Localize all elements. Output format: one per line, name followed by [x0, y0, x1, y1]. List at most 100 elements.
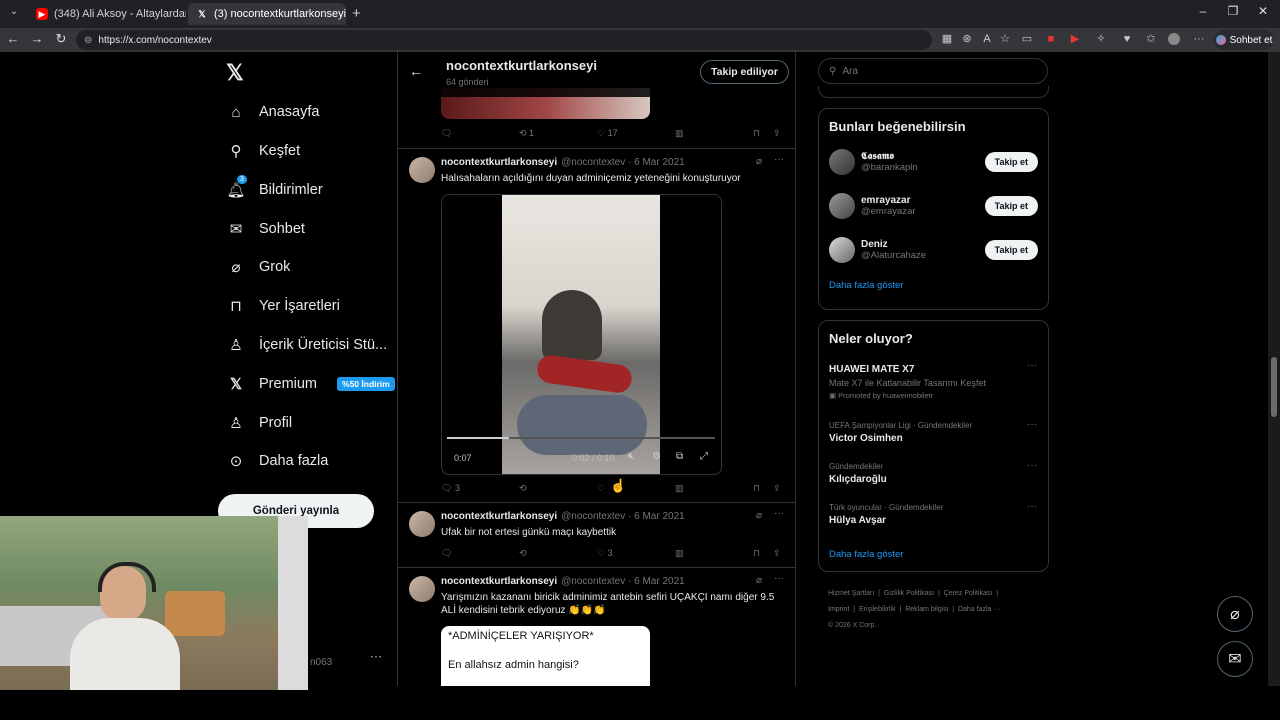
- reply-icon[interactable]: 🗨︎: [441, 128, 519, 139]
- performance-icon[interactable]: ♥: [1120, 32, 1134, 46]
- trend-item[interactable]: UEFA Şampiyonlar Ligi · Gündemdekiler Vi…: [829, 419, 1039, 444]
- refresh-icon[interactable]: ↻: [52, 31, 70, 47]
- post-more-icon[interactable]: ···: [774, 154, 784, 165]
- reply-icon[interactable]: 🗨︎ 3: [441, 483, 519, 494]
- views-icon[interactable]: ▥: [675, 128, 753, 139]
- avatar[interactable]: [409, 576, 435, 602]
- translate-icon[interactable]: ⊛: [960, 32, 974, 46]
- x-logo-icon[interactable]: 𝕏: [226, 60, 244, 86]
- like-icon[interactable]: ♡ 3: [597, 548, 675, 559]
- search-input[interactable]: ⚲ Ara: [818, 58, 1048, 84]
- minimize-icon[interactable]: –: [1188, 4, 1218, 18]
- split-screen-icon[interactable]: ▭: [1020, 32, 1034, 46]
- sidebar-item-creator-studio[interactable]: ♙ İçerik Üreticisi Stü...: [227, 333, 387, 357]
- trend-item[interactable]: HUAWEI MATE X7 Mate X7 ile Katlanabilir …: [829, 360, 1039, 400]
- sidebar-item-bookmarks[interactable]: ⊓ Yer İşaretleri: [227, 294, 340, 318]
- account-handle[interactable]: n063: [310, 657, 332, 668]
- follow-button[interactable]: Takip et: [984, 196, 1038, 216]
- profile-avatar-icon[interactable]: [1168, 33, 1180, 45]
- trend-more-icon[interactable]: ···: [1027, 460, 1037, 471]
- browser-tab-x[interactable]: 𝕏 (3) nocontextkurtlarkonseyi (@noc ✕: [188, 3, 346, 25]
- site-info-icon[interactable]: ⊜: [84, 35, 92, 46]
- user-name[interactable]: emrayazar: [861, 195, 916, 206]
- post-author-name[interactable]: nocontextkurtlarkonseyi: [441, 576, 557, 587]
- views-icon[interactable]: ▥: [675, 483, 753, 494]
- avatar[interactable]: [829, 237, 855, 263]
- account-more-icon[interactable]: ···: [370, 649, 382, 663]
- read-aloud-icon[interactable]: A: [980, 32, 994, 46]
- favorite-star-icon[interactable]: ☆: [998, 32, 1012, 46]
- favorites-icon[interactable]: ✩: [1144, 32, 1158, 46]
- avatar[interactable]: [409, 157, 435, 183]
- post[interactable]: nocontextkurtlarkonseyi @nocontextev · 6…: [398, 503, 795, 565]
- youtube-extension-icon[interactable]: ▶: [1068, 32, 1082, 46]
- user-name[interactable]: 𝕮𝖆𝖘𝖆𝖒𝖔: [861, 151, 918, 162]
- following-button[interactable]: Takip ediliyor: [700, 60, 789, 84]
- mute-icon[interactable]: 🔇︎: [628, 451, 634, 462]
- post-more-icon[interactable]: ···: [774, 573, 784, 584]
- share-icon[interactable]: ⇪: [773, 483, 781, 494]
- post-author-name[interactable]: nocontextkurtlarkonseyi: [441, 157, 557, 168]
- forward-arrow-icon[interactable]: →: [28, 31, 46, 46]
- share-icon[interactable]: ⇪: [773, 128, 781, 139]
- grok-icon[interactable]: ⌀: [756, 510, 762, 521]
- footer-link[interactable]: Imprint: [828, 606, 849, 613]
- follow-button[interactable]: Takip et: [984, 240, 1038, 260]
- suggested-user[interactable]: emrayazar @emrayazar Takip et: [829, 186, 1038, 226]
- messages-float-button[interactable]: ✉: [1217, 641, 1253, 677]
- copilot-chat-button[interactable]: Sohbet et: [1214, 30, 1274, 50]
- footer-link[interactable]: Gizlilik Politikası: [884, 590, 934, 597]
- extension-icon[interactable]: ▦: [940, 32, 954, 46]
- trend-more-icon[interactable]: ···: [1027, 501, 1037, 512]
- sidebar-item-premium[interactable]: 𝕏 Premium %50 İndirim: [227, 372, 395, 396]
- post[interactable]: nocontextkurtlarkonseyi @nocontextev · 6…: [398, 149, 795, 501]
- suggested-user[interactable]: 𝕮𝖆𝖘𝖆𝖒𝖔 @barankapln Takip et: [829, 142, 1038, 182]
- puzzle-icon[interactable]: ✧: [1094, 32, 1108, 46]
- bookmark-icon[interactable]: ⊓: [753, 128, 773, 139]
- post-meta[interactable]: @nocontextev · 6 Mar 2021: [561, 511, 685, 522]
- bookmark-icon[interactable]: ⊓: [753, 548, 773, 559]
- tab-list-button[interactable]: ⌄: [6, 6, 22, 22]
- grok-icon[interactable]: ⌀: [756, 156, 762, 167]
- post[interactable]: nocontextkurtlarkonseyi @nocontextev · 6…: [398, 568, 795, 686]
- pip-icon[interactable]: ⧉: [676, 451, 683, 462]
- share-icon[interactable]: ⇪: [773, 548, 781, 559]
- fullscreen-icon[interactable]: ⤢: [700, 451, 708, 462]
- sidebar-item-home[interactable]: ⌂ Anasayfa: [227, 100, 319, 124]
- repost-icon[interactable]: ⟲ 1: [519, 128, 597, 139]
- grok-icon[interactable]: ⌀: [756, 575, 762, 586]
- post-meta[interactable]: @nocontextev · 6 Mar 2021: [561, 157, 685, 168]
- extension-red-icon[interactable]: ■: [1044, 32, 1058, 46]
- address-bar[interactable]: ⊜ https://x.com/nocontextev: [76, 30, 932, 50]
- post-meta[interactable]: @nocontextev · 6 Mar 2021: [561, 576, 685, 587]
- browser-tab-youtube[interactable]: ▶ (348) Ali Aksoy - Altaylardan Tuna ✕: [28, 3, 186, 25]
- repost-icon[interactable]: ⟲: [519, 548, 597, 559]
- sidebar-item-profile[interactable]: ♙ Profil: [227, 411, 292, 435]
- show-more-link[interactable]: Daha fazla göster: [829, 549, 903, 560]
- bookmark-icon[interactable]: ⊓: [753, 483, 773, 494]
- post-author-name[interactable]: nocontextkurtlarkonseyi: [441, 511, 557, 522]
- new-tab-button[interactable]: +: [352, 5, 361, 22]
- back-arrow-icon[interactable]: ←: [4, 31, 22, 46]
- avatar[interactable]: [829, 193, 855, 219]
- follow-button[interactable]: Takip et: [984, 152, 1038, 172]
- like-icon[interactable]: ♡ 17: [597, 128, 675, 139]
- footer-link[interactable]: Hizmet Şartları: [828, 590, 874, 597]
- avatar[interactable]: [829, 149, 855, 175]
- user-name[interactable]: Deniz: [861, 239, 926, 250]
- footer-link[interactable]: Çerez Politikası: [944, 590, 993, 597]
- sidebar-item-notifications[interactable]: 🔔︎ 3 Bildirimler: [226, 175, 323, 202]
- window-close-icon[interactable]: ✕: [1248, 4, 1278, 18]
- menu-dots-icon[interactable]: ···: [1192, 32, 1206, 46]
- back-arrow-icon[interactable]: ←: [409, 63, 423, 79]
- post-more-icon[interactable]: ···: [774, 508, 784, 519]
- views-icon[interactable]: ▥: [675, 548, 753, 559]
- poll-image[interactable]: *ADMİNİÇELER YARIŞIYOR* En allahsız admi…: [441, 626, 650, 686]
- settings-icon[interactable]: ⚙: [652, 451, 661, 462]
- suggested-user[interactable]: Deniz @Alaturcahaze Takip et: [829, 230, 1038, 270]
- trend-item[interactable]: Türk oyuncular · Gündemdekiler Hülya Avş…: [829, 501, 1039, 526]
- footer-link[interactable]: Reklam bilgisi: [905, 606, 948, 613]
- trend-item[interactable]: Gündemdekiler Kılıçdaroğlu ···: [829, 460, 1039, 485]
- page-scrollbar[interactable]: [1268, 52, 1280, 686]
- sidebar-item-more[interactable]: ⊙ Daha fazla: [227, 449, 329, 473]
